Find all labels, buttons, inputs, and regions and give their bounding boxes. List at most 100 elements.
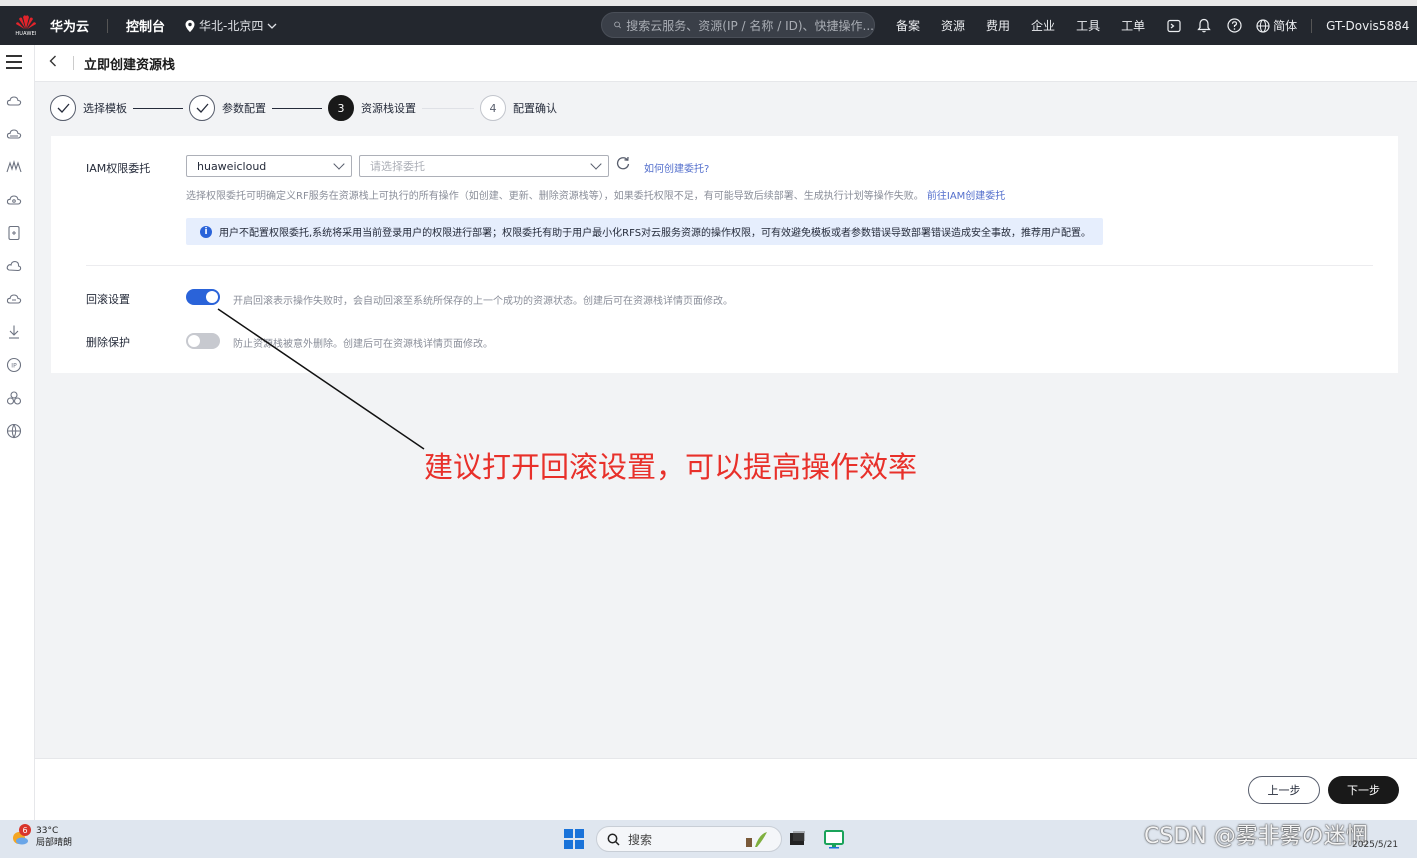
provider-select[interactable]: huaweicloud [186,155,352,177]
nav-link-resources[interactable]: 资源 [941,17,965,34]
language-switch[interactable]: 简体 [1256,17,1297,34]
windows-start-icon[interactable] [564,829,584,849]
ip-address-icon[interactable]: IP [6,357,22,373]
cloud-compute-icon[interactable] [6,291,22,307]
cloud-network-icon[interactable] [6,192,22,208]
search-icon [607,833,620,846]
nav-link-filing[interactable]: 备案 [896,17,920,34]
help-icon[interactable] [1226,18,1242,34]
step-stack-settings: 3 资源栈设置 [328,95,416,121]
user-account[interactable]: GT-Dovis5884 [1326,19,1409,33]
left-service-rail: IP [0,45,35,820]
document-icon[interactable] [6,225,22,241]
deletion-protection-toggle[interactable] [186,333,220,349]
provider-value: huaweicloud [197,159,267,173]
region-label: 华北-北京四 [199,19,264,33]
step-label: 参数配置 [222,102,266,115]
weather-widget[interactable]: 6 33°C 局部晴朗 [10,824,73,849]
step-label: 选择模板 [83,102,127,115]
taskbar-search[interactable]: 搜索 [596,826,782,852]
previous-step-button[interactable]: 上一步 [1248,776,1320,804]
delegation-placeholder: 请选择委托 [370,160,425,173]
iam-delegation-label: IAM权限委托 [86,162,151,175]
step-number: 3 [328,95,354,121]
step-label: 资源栈设置 [361,102,416,115]
weather-badge: 6 [19,824,31,836]
back-arrow-icon[interactable] [49,55,61,71]
console-link[interactable]: 控制台 [126,16,165,35]
chevron-down-icon [333,158,345,170]
step-connector [272,107,322,109]
brand-name[interactable]: 华为云 [50,16,89,35]
taskbar-search-label: 搜索 [628,832,653,847]
wizard-steps: 选择模板 参数配置 3 资源栈设置 4 配置确认 [50,94,557,122]
chevron-down-icon [590,158,602,170]
logo-caption: HUAWEI [15,31,37,37]
refresh-icon[interactable] [616,156,630,174]
next-step-button[interactable]: 下一步 [1328,776,1399,804]
rollback-label: 回滚设置 [86,293,130,306]
rollback-toggle[interactable] [186,289,220,305]
chevron-down-icon [267,23,277,29]
nav-link-billing[interactable]: 费用 [986,17,1010,34]
monitor-chart-icon[interactable] [6,159,22,175]
nav-link-tickets[interactable]: 工单 [1121,17,1145,34]
task-view-icon[interactable] [787,829,807,849]
globe-service-icon[interactable] [6,423,22,439]
step-number: 4 [480,95,506,121]
weather-sun-icon: 6 [10,824,31,847]
remote-desktop-icon[interactable] [824,829,844,849]
search-highlight-icon [746,832,767,847]
deletion-protection-label: 删除保护 [86,336,130,349]
step-confirm: 4 配置确认 [480,95,557,121]
cloud-database-icon[interactable] [6,126,22,142]
deletion-protection-description: 防止资源栈被意外删除。创建后可在资源栈详情页面修改。 [233,339,493,350]
step-parameters[interactable]: 参数配置 [189,95,266,121]
search-placeholder: 搜索云服务、资源(IP / 名称 / ID)、快捷操作... [626,18,874,33]
region-selector[interactable]: 华北-北京四 [185,17,277,34]
top-navbar: HUAWEI 华为云 控制台 华北-北京四 搜索云服务、资源(IP / 名称 /… [0,6,1417,45]
wizard-footer: 上一步 下一步 [35,758,1417,820]
user-divider [1311,18,1313,33]
info-alert: i 用户不配置权限委托,系统将采用当前登录用户的权限进行部署；权限委托有助于用户… [186,218,1103,245]
toggle-knob [206,291,218,303]
how-to-create-delegation-link[interactable]: 如何创建委托? [644,160,709,175]
globe-icon [1256,18,1270,33]
step-connector [133,107,183,109]
step-connector [422,107,474,109]
nav-link-enterprise[interactable]: 企业 [1031,17,1055,34]
bell-icon[interactable] [1196,18,1212,34]
cloud-shell-icon[interactable] [1166,18,1182,34]
location-pin-icon [185,19,195,32]
section-divider [86,265,1373,266]
search-icon [614,21,621,29]
check-icon [189,95,215,121]
toggle-knob [188,335,200,347]
header-divider [73,56,74,70]
check-icon [50,95,76,121]
info-alert-text: 用户不配置权限委托,系统将采用当前登录用户的权限进行部署；权限委托有助于用户最小… [219,228,1092,239]
deploy-icon[interactable] [6,324,22,340]
cloud-storage-icon[interactable] [6,258,22,274]
stack-settings-card: IAM权限委托 huaweicloud 请选择委托 如何创建委托? 选择权限委托… [51,136,1398,373]
cloud-service-icon[interactable] [6,93,22,109]
taskbar-date: 2025/5/21 [1352,840,1399,850]
global-search-input[interactable]: 搜索云服务、资源(IP / 名称 / ID)、快捷操作... [601,12,875,38]
page-header: 立即创建资源栈 [35,45,1417,82]
nav-divider [107,18,109,33]
csdn-watermark: CSDN @雾非雾の迷惘 [1144,824,1368,849]
delegation-select[interactable]: 请选择委托 [359,155,609,177]
cluster-icon[interactable] [6,390,22,406]
weather-condition: 局部晴朗 [36,838,73,848]
goto-iam-link[interactable]: 前往IAM创建委托 [927,191,1005,202]
step-select-template[interactable]: 选择模板 [50,95,127,121]
temperature: 33°C [36,826,59,836]
page-title: 立即创建资源栈 [84,57,176,73]
info-icon: i [200,225,212,238]
nav-link-tools[interactable]: 工具 [1076,17,1100,34]
iam-hint-text: 选择权限委托可明确定义RF服务在资源栈上可执行的所有操作（如创建、更新、删除资源… [186,191,924,202]
step-label: 配置确认 [513,102,557,115]
huawei-petal-icon [16,15,36,30]
menu-icon[interactable] [6,55,22,69]
huawei-logo[interactable]: HUAWEI [6,6,46,45]
